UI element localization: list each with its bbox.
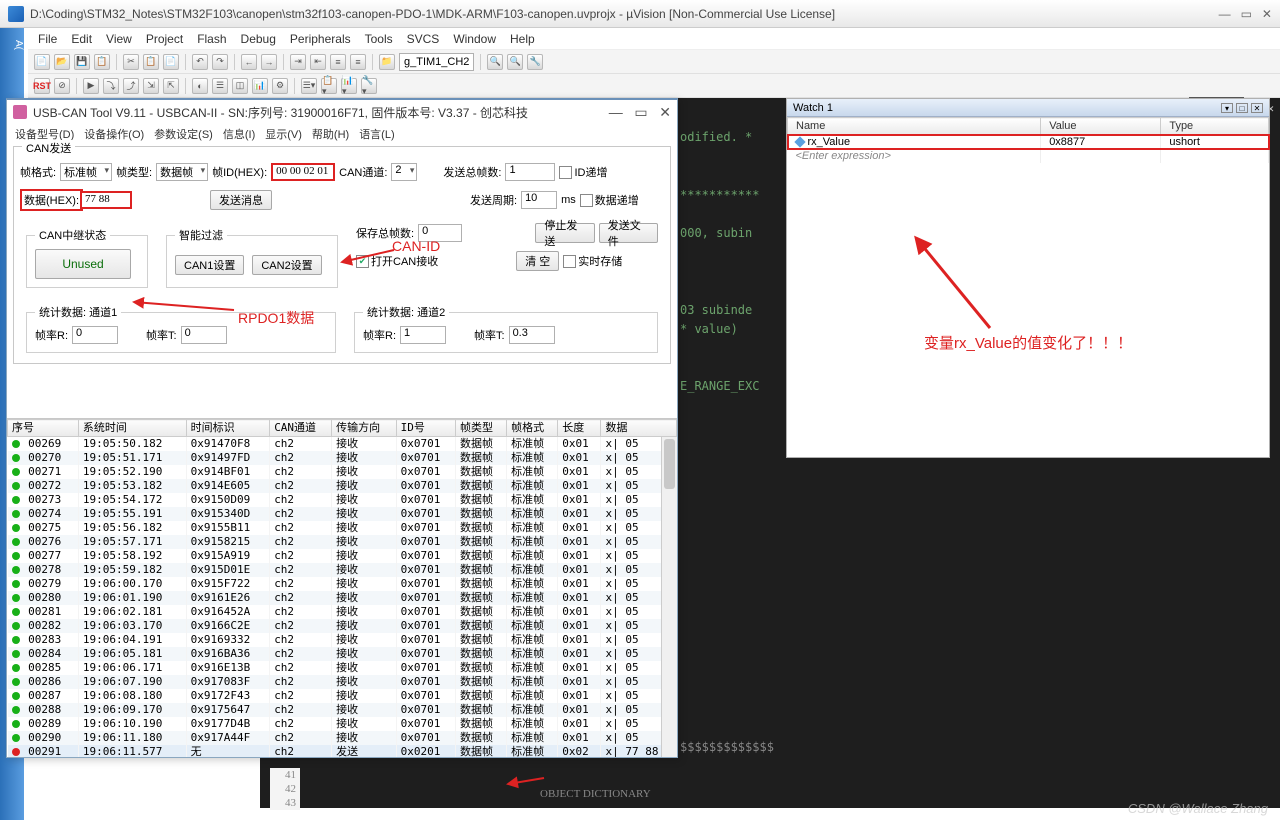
uvision-toolbar-2[interactable]: RST⊘ ▶⤵⤴⇲⇱ ◐☰◫📊⚙ ☰▾📋▾📊▾🔧▾	[28, 74, 1280, 98]
can-row[interactable]: 0027619:05:57.1710x9158215ch2接收0x0701数据帧…	[8, 535, 677, 549]
stop-button[interactable]: 停止发送	[535, 223, 594, 243]
data-increment-checkbox[interactable]: 数据递增	[580, 192, 639, 208]
can-row[interactable]: 0028619:06:07.1900x917083Fch2接收0x0701数据帧…	[8, 675, 677, 689]
menu-svcs[interactable]: SVCS	[407, 32, 440, 46]
uvision-icon	[8, 6, 24, 22]
usb-can-tool-window: USB-CAN Tool V9.11 - USBCAN-II - SN:序列号:…	[6, 98, 678, 758]
can-row[interactable]: 0028419:06:05.1810x916BA36ch2接收0x0701数据帧…	[8, 647, 677, 661]
cantool-icon	[13, 105, 27, 119]
can-frame-list[interactable]: 序号系统时间时间标识CAN通道传输方向ID号帧类型帧格式长度数据 0026919…	[7, 418, 677, 757]
can1-settings-button[interactable]: CAN1设置	[175, 255, 244, 275]
can-row[interactable]: 0027119:05:52.1900x914BF01ch2接收0x0701数据帧…	[8, 465, 677, 479]
can-row[interactable]: 0028019:06:01.1900x9161E26ch2接收0x0701数据帧…	[8, 591, 677, 605]
menu-project[interactable]: Project	[146, 32, 183, 46]
uvision-titlebar: D:\Coding\STM32_Notes\STM32F103\canopen\…	[0, 0, 1280, 28]
can-row[interactable]: 0028219:06:03.1700x9166C2Ech2接收0x0701数据帧…	[8, 619, 677, 633]
watch-panel: Watch 1 ▾□✕ NameValueType rx_Value 0x887…	[786, 98, 1270, 458]
can-row[interactable]: 0028319:06:04.1910x9169332ch2接收0x0701数据帧…	[8, 633, 677, 647]
menu-window[interactable]: Window	[453, 32, 496, 46]
scrollbar[interactable]	[661, 437, 677, 757]
code-fragment: odified. * *********** 000, subin 03 sub…	[680, 128, 759, 416]
can-row[interactable]: 0027319:05:54.1720x9150D09ch2接收0x0701数据帧…	[8, 493, 677, 507]
send-button[interactable]: 发送消息	[210, 190, 272, 210]
cantool-titlebar[interactable]: USB-CAN Tool V9.11 - USBCAN-II - SN:序列号:…	[7, 100, 677, 124]
menu-tools[interactable]: Tools	[365, 32, 393, 46]
can-row[interactable]: 0029119:06:11.577无ch2发送0x0201数据帧标准帧0x02x…	[8, 745, 677, 757]
realtime-checkbox[interactable]: 实时存储	[563, 253, 622, 269]
watch-enter-expr[interactable]: <Enter expression>	[788, 149, 1269, 163]
frame-format-select[interactable]: 标准帧	[60, 163, 112, 181]
uvision-menubar[interactable]: File Edit View Project Flash Debug Peripherals…	[28, 28, 1280, 50]
total-frames-input[interactable]: 1	[505, 163, 555, 181]
open-recv-checkbox[interactable]: 打开CAN接收	[356, 253, 438, 269]
menu-edit[interactable]: Edit	[71, 32, 92, 46]
watermark: CSDN @Wallace Zhang	[1128, 801, 1268, 816]
data-hex-input[interactable]: 77 88	[80, 191, 132, 209]
can-row[interactable]: 0028919:06:10.1900x9177D4Bch2接收0x0701数据帧…	[8, 717, 677, 731]
watch-header[interactable]: Watch 1 ▾□✕	[787, 99, 1269, 117]
menu-file[interactable]: File	[38, 32, 57, 46]
can-row[interactable]: 0028819:06:09.1700x9175647ch2接收0x0701数据帧…	[8, 703, 677, 717]
uvision-toolbar-1[interactable]: 📄📂💾📋 ✂📋📄 ↶↷ ←→ ⇥⇤≡≡ 📁g_TIM1_CH2 🔍🔍🔧	[28, 50, 1280, 74]
menu-flash[interactable]: Flash	[197, 32, 226, 46]
can2-settings-button[interactable]: CAN2设置	[252, 255, 321, 275]
can-row[interactable]: 0027219:05:53.1820x914E605ch2接收0x0701数据帧…	[8, 479, 677, 493]
can-row[interactable]: 0027519:05:56.1820x9155B11ch2接收0x0701数据帧…	[8, 521, 677, 535]
can-row[interactable]: 0026919:05:50.1820x91470F8ch2接收0x0701数据帧…	[8, 437, 677, 452]
filter-group: 智能过滤 CAN1设置 CAN2设置	[166, 227, 338, 288]
stats-ch2: 统计数据: 通道2 帧率R:1 帧率T:0.3	[354, 304, 658, 353]
can-row[interactable]: 0028519:06:06.1710x916E13Bch2接收0x0701数据帧…	[8, 661, 677, 675]
can-row[interactable]: 0027419:05:55.1910x915340Dch2接收0x0701数据帧…	[8, 507, 677, 521]
window-buttons[interactable]: — ▭ ✕	[1219, 8, 1272, 20]
can-row[interactable]: 0028119:06:02.1810x916452Ach2接收0x0701数据帧…	[8, 605, 677, 619]
stats-ch1: 统计数据: 通道1 帧率R:0 帧率T:0	[26, 304, 336, 353]
menu-debug[interactable]: Debug	[241, 32, 276, 46]
can-channel-select[interactable]: 2	[391, 163, 417, 181]
frame-type-select[interactable]: 数据帧	[156, 163, 208, 181]
frame-id-input[interactable]: 00 00 02 01	[271, 163, 335, 181]
can-row[interactable]: 0027919:06:00.1700x915F722ch2接收0x0701数据帧…	[8, 577, 677, 591]
period-input[interactable]: 10	[521, 191, 557, 209]
menu-peripherals[interactable]: Peripherals	[290, 32, 351, 46]
can-send-group: CAN发送 帧格式: 标准帧 帧类型: 数据帧 帧ID(HEX): 00 00 …	[13, 146, 671, 364]
cantool-menubar[interactable]: 设备型号(D)设备操作(O)参数设定(S)信息(I)显示(V)帮助(H)语言(L…	[7, 124, 677, 144]
uvision-title-text: D:\Coding\STM32_Notes\STM32F103\canopen\…	[30, 7, 835, 21]
can-row[interactable]: 0028719:06:08.1800x9172F43ch2接收0x0701数据帧…	[8, 689, 677, 703]
unused-button[interactable]: Unused	[35, 249, 131, 279]
can-row[interactable]: 0027019:05:51.1710x91497FDch2接收0x0701数据帧…	[8, 451, 677, 465]
menu-help[interactable]: Help	[510, 32, 535, 46]
menu-view[interactable]: View	[106, 32, 132, 46]
can-row[interactable]: 0027719:05:58.1920x915A919ch2接收0x0701数据帧…	[8, 549, 677, 563]
relay-group: CAN中继状态 Unused	[26, 227, 148, 288]
can-row[interactable]: 0027819:05:59.1820x915D01Ech2接收0x0701数据帧…	[8, 563, 677, 577]
send-file-button[interactable]: 发送文件	[599, 223, 658, 243]
clear-button[interactable]: 清 空	[516, 251, 559, 271]
can-row[interactable]: 0029019:06:11.1800x917A44Fch2接收0x0701数据帧…	[8, 731, 677, 745]
id-increment-checkbox[interactable]: ID递增	[559, 164, 607, 180]
watch-row-rx[interactable]: rx_Value 0x8877ushort	[788, 135, 1269, 150]
